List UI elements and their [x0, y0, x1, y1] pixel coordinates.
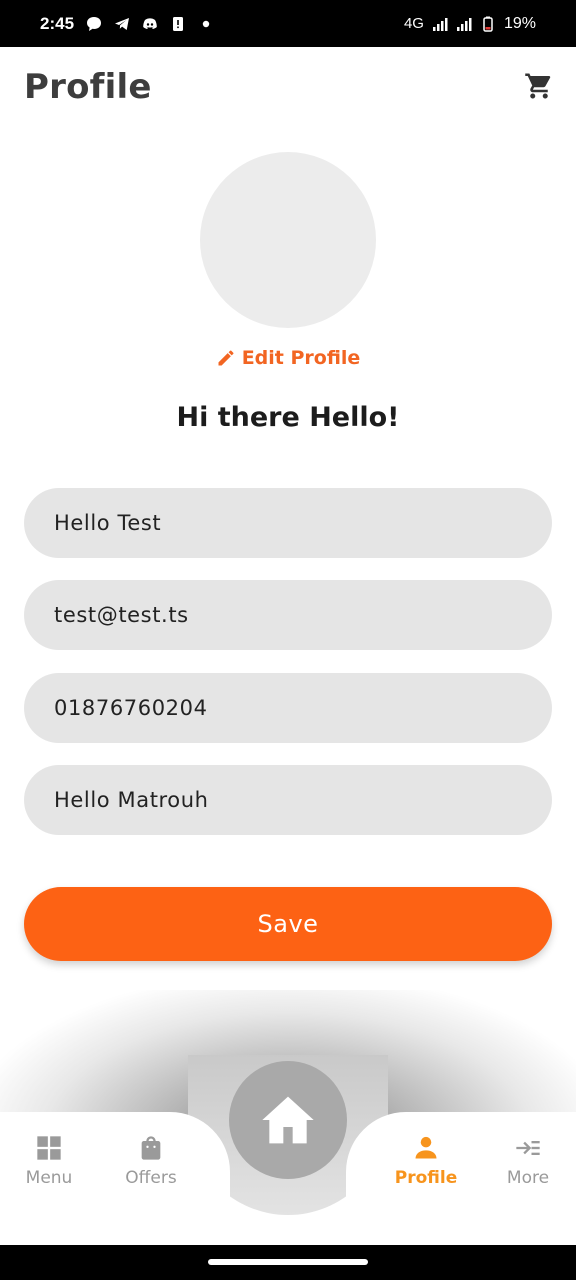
battery-icon [483, 16, 493, 32]
battery-percent: 19% [503, 14, 536, 32]
status-bar: 2:45 4G 19% [0, 0, 576, 47]
bag-icon [141, 1136, 161, 1160]
discord-icon [143, 17, 157, 29]
home-icon [262, 1096, 314, 1144]
nav-item-more[interactable]: More [483, 1134, 573, 1194]
edit-profile-link[interactable]: Edit Profile [0, 344, 576, 372]
signal-icon [456, 17, 472, 31]
pencil-icon [218, 350, 234, 366]
nav-item-menu[interactable]: Menu [4, 1134, 94, 1194]
page-title: Profile [24, 67, 152, 107]
nav-label-menu: Menu [25, 1168, 73, 1188]
alert-icon [173, 16, 184, 31]
city-field[interactable] [24, 765, 552, 835]
home-button[interactable] [229, 1061, 347, 1179]
telegram-icon [115, 17, 130, 30]
grid-icon [37, 1136, 61, 1160]
more-icon [516, 1141, 540, 1155]
nav-label-offers: Offers [125, 1168, 177, 1188]
cart-icon[interactable] [524, 71, 554, 101]
status-time: 2:45 [40, 13, 75, 33]
phone-field[interactable] [24, 673, 552, 743]
avatar[interactable] [200, 152, 376, 328]
dot-icon [202, 20, 210, 27]
nav-item-profile[interactable]: Profile [381, 1134, 471, 1194]
greeting-text: Hi there Hello! [176, 402, 400, 433]
home-gesture-pill[interactable] [208, 1259, 368, 1265]
name-field[interactable] [24, 488, 552, 558]
chat-bubble-icon [87, 16, 102, 31]
signal-icon [432, 17, 448, 31]
person-icon [415, 1136, 437, 1159]
nav-item-offers[interactable]: Offers [106, 1134, 196, 1194]
nav-label-profile: Profile [394, 1168, 458, 1188]
email-field[interactable] [24, 580, 552, 650]
network-type: 4G [403, 15, 424, 32]
app-header: Profile [0, 47, 576, 129]
nav-label-more: More [506, 1168, 550, 1188]
edit-profile-label: Edit Profile [241, 347, 361, 369]
save-button[interactable]: Save [24, 887, 552, 961]
